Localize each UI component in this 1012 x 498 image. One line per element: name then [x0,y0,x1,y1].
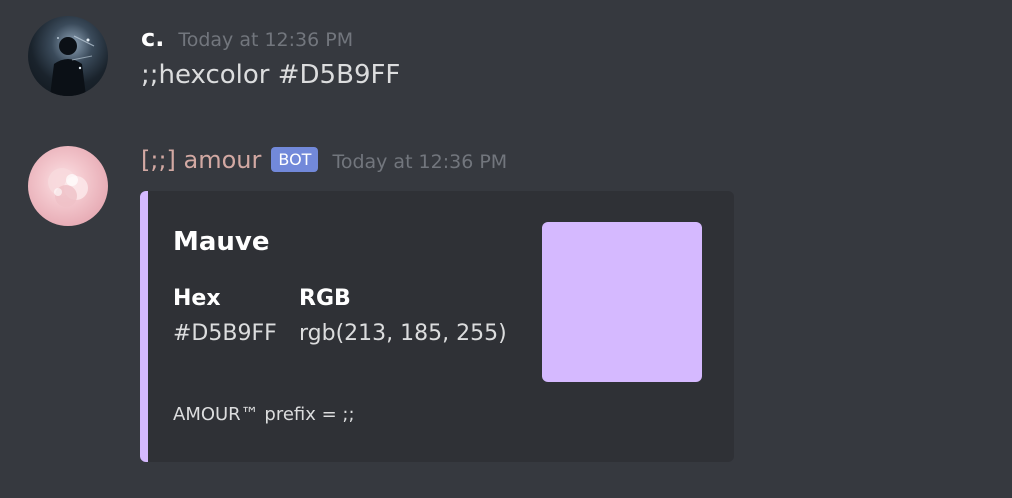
message-bot: [;;] amour BOT Today at 12:36 PM Mauve H… [0,130,1012,480]
username[interactable]: c. [141,24,164,52]
message-timestamp: Today at 12:36 PM [332,151,508,173]
field-value: rgb(213, 185, 255) [299,321,507,346]
embed-field-hex: Hex #D5B9FF [173,286,277,346]
bot-username[interactable]: [;;] amour [141,146,261,174]
user-avatar[interactable] [28,16,108,96]
embed-title: Mauve [173,227,270,257]
field-name: RGB [299,286,351,311]
bot-badge: BOT [271,147,319,172]
message-header: [;;] amour BOT Today at 12:36 PM [141,146,507,175]
message-user: c. Today at 12:36 PM ;;hexcolor #D5B9FF [0,0,1012,110]
field-value: #D5B9FF [173,321,277,346]
message-header: c. Today at 12:36 PM [141,24,353,52]
embed-footer: AMOUR™ prefix = ;; [173,404,355,425]
color-embed: Mauve Hex #D5B9FF RGB rgb(213, 185, 255)… [140,191,734,462]
field-name: Hex [173,286,221,311]
embed-accent-bar [140,191,148,462]
embed-field-rgb: RGB rgb(213, 185, 255) [299,286,507,346]
person-silhouette-icon [50,35,95,96]
bot-avatar[interactable] [28,146,108,226]
flower-icon [48,168,88,207]
color-swatch-thumbnail[interactable] [542,222,702,382]
message-timestamp: Today at 12:36 PM [178,29,354,51]
message-content: ;;hexcolor #D5B9FF [141,60,401,90]
